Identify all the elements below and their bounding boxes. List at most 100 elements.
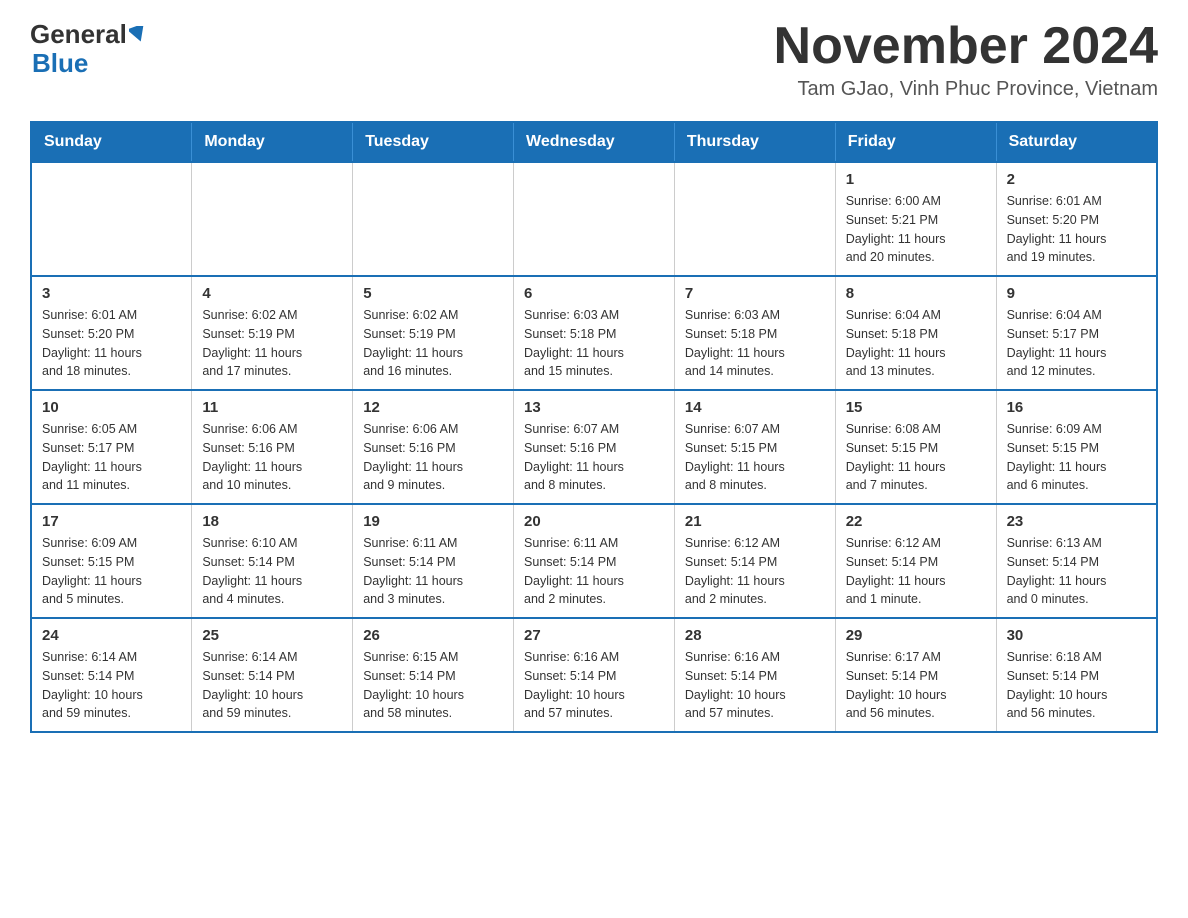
calendar-week-5: 24 Sunrise: 6:14 AMSunset: 5:14 PMDayligh… xyxy=(31,618,1157,732)
location-subtitle: Tam GJao, Vinh Phuc Province, Vietnam xyxy=(774,78,1158,101)
calendar-cell-w2-d2: 4 Sunrise: 6:02 AMSunset: 5:19 PMDaylight… xyxy=(192,276,353,390)
day-info: Sunrise: 6:05 AMSunset: 5:17 PMDaylight:… xyxy=(42,420,181,495)
day-info: Sunrise: 6:15 AMSunset: 5:14 PMDaylight:… xyxy=(363,648,503,723)
header-monday: Monday xyxy=(192,122,353,162)
weekday-header-row: Sunday Monday Tuesday Wednesday Thursday… xyxy=(31,122,1157,162)
day-number: 22 xyxy=(846,513,986,530)
day-info: Sunrise: 6:03 AMSunset: 5:18 PMDaylight:… xyxy=(685,306,825,381)
day-info: Sunrise: 6:11 AMSunset: 5:14 PMDaylight:… xyxy=(363,534,503,609)
day-number: 17 xyxy=(42,513,181,530)
calendar-cell-w4-d6: 22Sunrise: 6:12 AMSunset: 5:14 PMDayligh… xyxy=(835,504,996,618)
day-info: Sunrise: 6:12 AMSunset: 5:14 PMDaylight:… xyxy=(685,534,825,609)
calendar-cell-w3-d1: 10 Sunrise: 6:05 AMSunset: 5:17 PMDayligh… xyxy=(31,390,192,504)
calendar-cell-w5-d5: 28 Sunrise: 6:16 AMSunset: 5:14 PMDayligh… xyxy=(674,618,835,732)
calendar-cell-w3-d6: 15 Sunrise: 6:08 AMSunset: 5:15 PMDayligh… xyxy=(835,390,996,504)
header-saturday: Saturday xyxy=(996,122,1157,162)
day-info: Sunrise: 6:09 AMSunset: 5:15 PMDaylight:… xyxy=(42,534,181,609)
calendar-cell-w5-d7: 30 Sunrise: 6:18 AMSunset: 5:14 PMDayligh… xyxy=(996,618,1157,732)
logo-triangle-icon xyxy=(129,23,147,47)
calendar-cell-w4-d5: 21 Sunrise: 6:12 AMSunset: 5:14 PMDayligh… xyxy=(674,504,835,618)
day-number: 12 xyxy=(363,399,503,416)
calendar-cell-w2-d6: 8 Sunrise: 6:04 AMSunset: 5:18 PMDaylight… xyxy=(835,276,996,390)
day-info: Sunrise: 6:01 AMSunset: 5:20 PMDaylight:… xyxy=(1007,192,1146,267)
day-info: Sunrise: 6:09 AMSunset: 5:15 PMDaylight:… xyxy=(1007,420,1146,495)
day-info: Sunrise: 6:13 AMSunset: 5:14 PMDaylight:… xyxy=(1007,534,1146,609)
calendar-cell-w4-d3: 19 Sunrise: 6:11 AMSunset: 5:14 PMDayligh… xyxy=(353,504,514,618)
day-number: 2 xyxy=(1007,171,1146,188)
day-number: 30 xyxy=(1007,627,1146,644)
day-number: 24 xyxy=(42,627,181,644)
day-info: Sunrise: 6:04 AMSunset: 5:18 PMDaylight:… xyxy=(846,306,986,381)
header-tuesday: Tuesday xyxy=(353,122,514,162)
calendar-table: Sunday Monday Tuesday Wednesday Thursday… xyxy=(30,121,1158,733)
calendar-cell-w3-d2: 11 Sunrise: 6:06 AMSunset: 5:16 PMDayligh… xyxy=(192,390,353,504)
day-info: Sunrise: 6:16 AMSunset: 5:14 PMDaylight:… xyxy=(685,648,825,723)
calendar-cell-w1-d3 xyxy=(353,162,514,276)
day-number: 25 xyxy=(202,627,342,644)
calendar-cell-w1-d1 xyxy=(31,162,192,276)
calendar-cell-w3-d7: 16 Sunrise: 6:09 AMSunset: 5:15 PMDayligh… xyxy=(996,390,1157,504)
month-year-title: November 2024 xyxy=(774,20,1158,72)
day-number: 14 xyxy=(685,399,825,416)
day-number: 3 xyxy=(42,285,181,302)
day-number: 20 xyxy=(524,513,664,530)
calendar-body: 1 Sunrise: 6:00 AMSunset: 5:21 PMDaylight… xyxy=(31,162,1157,732)
day-number: 6 xyxy=(524,285,664,302)
day-info: Sunrise: 6:06 AMSunset: 5:16 PMDaylight:… xyxy=(363,420,503,495)
day-info: Sunrise: 6:04 AMSunset: 5:17 PMDaylight:… xyxy=(1007,306,1146,381)
day-number: 13 xyxy=(524,399,664,416)
calendar-cell-w5-d1: 24 Sunrise: 6:14 AMSunset: 5:14 PMDayligh… xyxy=(31,618,192,732)
day-number: 1 xyxy=(846,171,986,188)
header: General Blue November 2024 Tam GJao, Vin… xyxy=(30,20,1158,101)
day-info: Sunrise: 6:16 AMSunset: 5:14 PMDaylight:… xyxy=(524,648,664,723)
day-number: 26 xyxy=(363,627,503,644)
calendar-cell-w1-d7: 2 Sunrise: 6:01 AMSunset: 5:20 PMDaylight… xyxy=(996,162,1157,276)
day-info: Sunrise: 6:07 AMSunset: 5:16 PMDaylight:… xyxy=(524,420,664,495)
day-info: Sunrise: 6:14 AMSunset: 5:14 PMDaylight:… xyxy=(202,648,342,723)
calendar-cell-w1-d4 xyxy=(514,162,675,276)
calendar-cell-w4-d7: 23 Sunrise: 6:13 AMSunset: 5:14 PMDayligh… xyxy=(996,504,1157,618)
logo-blue-text: Blue xyxy=(32,48,88,78)
logo-general-text: General xyxy=(30,20,127,49)
calendar-week-4: 17 Sunrise: 6:09 AMSunset: 5:15 PMDayligh… xyxy=(31,504,1157,618)
day-number: 28 xyxy=(685,627,825,644)
day-info: Sunrise: 6:06 AMSunset: 5:16 PMDaylight:… xyxy=(202,420,342,495)
day-info: Sunrise: 6:02 AMSunset: 5:19 PMDaylight:… xyxy=(363,306,503,381)
day-info: Sunrise: 6:17 AMSunset: 5:14 PMDaylight:… xyxy=(846,648,986,723)
calendar-cell-w4-d4: 20 Sunrise: 6:11 AMSunset: 5:14 PMDayligh… xyxy=(514,504,675,618)
day-number: 23 xyxy=(1007,513,1146,530)
header-thursday: Thursday xyxy=(674,122,835,162)
header-wednesday: Wednesday xyxy=(514,122,675,162)
calendar-cell-w5-d3: 26 Sunrise: 6:15 AMSunset: 5:14 PMDayligh… xyxy=(353,618,514,732)
calendar-week-3: 10 Sunrise: 6:05 AMSunset: 5:17 PMDayligh… xyxy=(31,390,1157,504)
day-number: 4 xyxy=(202,285,342,302)
calendar-cell-w2-d3: 5Sunrise: 6:02 AMSunset: 5:19 PMDaylight… xyxy=(353,276,514,390)
calendar-week-2: 3Sunrise: 6:01 AMSunset: 5:20 PMDaylight… xyxy=(31,276,1157,390)
calendar-header: Sunday Monday Tuesday Wednesday Thursday… xyxy=(31,122,1157,162)
day-number: 10 xyxy=(42,399,181,416)
day-info: Sunrise: 6:11 AMSunset: 5:14 PMDaylight:… xyxy=(524,534,664,609)
calendar-cell-w1-d6: 1 Sunrise: 6:00 AMSunset: 5:21 PMDaylight… xyxy=(835,162,996,276)
day-number: 11 xyxy=(202,399,342,416)
day-number: 8 xyxy=(846,285,986,302)
calendar-cell-w4-d1: 17 Sunrise: 6:09 AMSunset: 5:15 PMDayligh… xyxy=(31,504,192,618)
day-info: Sunrise: 6:18 AMSunset: 5:14 PMDaylight:… xyxy=(1007,648,1146,723)
title-area: November 2024 Tam GJao, Vinh Phuc Provin… xyxy=(774,20,1158,101)
day-info: Sunrise: 6:02 AMSunset: 5:19 PMDaylight:… xyxy=(202,306,342,381)
day-info: Sunrise: 6:07 AMSunset: 5:15 PMDaylight:… xyxy=(685,420,825,495)
calendar-cell-w3-d4: 13 Sunrise: 6:07 AMSunset: 5:16 PMDayligh… xyxy=(514,390,675,504)
day-info: Sunrise: 6:10 AMSunset: 5:14 PMDaylight:… xyxy=(202,534,342,609)
day-info: Sunrise: 6:08 AMSunset: 5:15 PMDaylight:… xyxy=(846,420,986,495)
calendar-cell-w4-d2: 18Sunrise: 6:10 AMSunset: 5:14 PMDayligh… xyxy=(192,504,353,618)
day-number: 21 xyxy=(685,513,825,530)
day-number: 7 xyxy=(685,285,825,302)
calendar-cell-w2-d4: 6Sunrise: 6:03 AMSunset: 5:18 PMDaylight… xyxy=(514,276,675,390)
day-info: Sunrise: 6:14 AMSunset: 5:14 PMDaylight:… xyxy=(42,648,181,723)
day-number: 15 xyxy=(846,399,986,416)
header-friday: Friday xyxy=(835,122,996,162)
day-number: 27 xyxy=(524,627,664,644)
day-number: 19 xyxy=(363,513,503,530)
day-info: Sunrise: 6:00 AMSunset: 5:21 PMDaylight:… xyxy=(846,192,986,267)
day-number: 29 xyxy=(846,627,986,644)
day-number: 16 xyxy=(1007,399,1146,416)
